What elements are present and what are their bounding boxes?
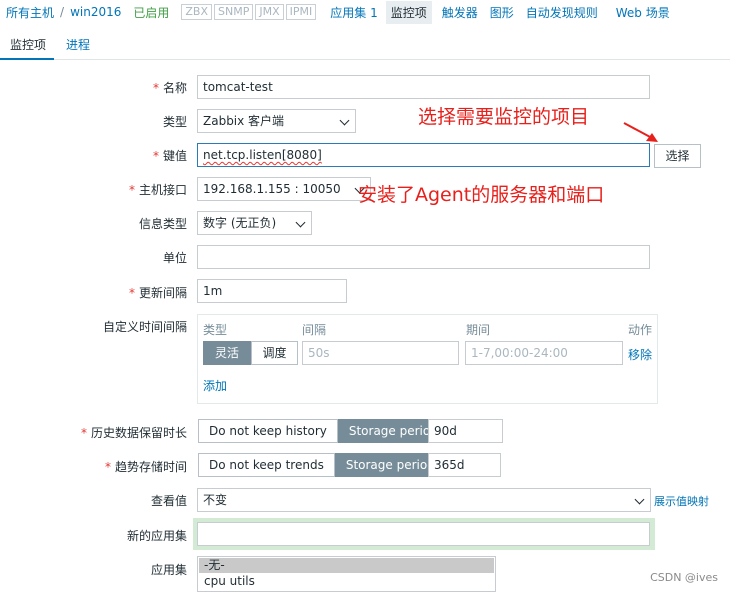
name-input[interactable]: tomcat-test (197, 75, 650, 99)
annotation-select-item: 选择需要监控的项目 (418, 106, 590, 128)
period-input[interactable]: 1-7,00:00-24:00 (465, 341, 623, 365)
form-tabs: 监控项 进程 (0, 30, 730, 60)
availability-badges: ZBX SNMP JMX IPMI (181, 4, 318, 20)
watermark: CSDN @ives (650, 571, 718, 584)
name-label: * 名称 (152, 81, 187, 95)
col-action-header: 动作 (628, 323, 653, 337)
show-value-select[interactable]: 不变 (197, 488, 651, 512)
key-label: * 键值 (152, 149, 187, 163)
info-type-label: 信息类型 (138, 217, 187, 231)
interface-select[interactable]: 192.168.1.155 : 10050 (197, 177, 371, 201)
breadcrumb-separator: / (60, 5, 65, 19)
app-option-cpu-utils[interactable]: cpu utils (199, 574, 494, 589)
update-interval-input[interactable]: 1m (197, 279, 347, 303)
breadcrumb-all-hosts[interactable]: 所有主机 (6, 4, 54, 21)
interval-input[interactable]: 50s (302, 341, 459, 365)
update-interval-label: * 更新间隔 (128, 286, 187, 300)
type-label: 类型 (162, 115, 187, 129)
tab-item[interactable]: 监控项 (0, 36, 55, 60)
key-input[interactable]: net.tcp.listen[8080] (197, 143, 650, 167)
jmx-badge: JMX (255, 4, 284, 20)
info-type-select[interactable]: 数字 (无正负) (197, 211, 312, 235)
app-option-none[interactable]: -无- (199, 558, 494, 573)
trends-do-not-keep[interactable]: Do not keep trends (198, 453, 335, 477)
annotation-agent-server: 安装了Agent的服务器和端口 (358, 184, 605, 206)
history-toggle: Do not keep history Storage period (198, 419, 449, 443)
breadcrumb-host[interactable]: win2016 (70, 5, 121, 19)
apps-listbox[interactable]: -无- cpu utils (197, 556, 496, 592)
annotation-arrow (623, 122, 658, 142)
col-period-header: 期间 (466, 323, 491, 337)
nav-graphs[interactable]: 图形 (490, 4, 514, 21)
host-status[interactable]: 已启用 (133, 4, 169, 21)
apps-label: 应用集 (150, 563, 187, 577)
col-type-header: 类型 (203, 323, 228, 337)
show-value-label: 查看值 (150, 494, 187, 508)
key-value: net.tcp.listen[8080] (203, 148, 322, 162)
trends-label: * 趋势存储时间 (104, 460, 187, 474)
nav-triggers[interactable]: 触发器 (442, 4, 478, 21)
add-interval-link[interactable]: 添加 (203, 377, 227, 394)
nav-items[interactable]: 监控项 (385, 0, 432, 24)
nav-discovery-rules[interactable]: 自动发现规则 (526, 4, 598, 21)
custom-intervals-label: 自定义时间间隔 (102, 320, 187, 334)
host-navigation: 所有主机 / win2016 已启用 ZBX SNMP JMX IPMI 应用集… (0, 0, 730, 24)
type-select[interactable]: Zabbix 客户端 (197, 109, 356, 133)
nav-applications[interactable]: 应用集 1 (330, 4, 377, 21)
remove-interval-link[interactable]: 移除 (628, 346, 652, 363)
trends-toggle: Do not keep trends Storage period (198, 453, 446, 477)
snmp-badge: SNMP (214, 4, 254, 20)
tab-preprocessing[interactable]: 进程 (66, 36, 90, 53)
units-input[interactable] (197, 245, 650, 269)
interface-label: * 主机接口 (128, 183, 187, 197)
zbx-badge: ZBX (181, 4, 212, 20)
show-value-mapping-link[interactable]: 展示值映射 (654, 493, 709, 509)
flexible-segment[interactable]: 灵活 (203, 341, 251, 365)
new-app-label: 新的应用集 (126, 529, 187, 543)
history-input[interactable]: 90d (428, 419, 503, 443)
custom-intervals-table: 类型 间隔 期间 动作 灵活 调度 50s 1-7,00:00-24:00 移除… (197, 314, 658, 404)
scheduling-segment[interactable]: 调度 (251, 341, 298, 365)
history-do-not-keep[interactable]: Do not keep history (198, 419, 338, 443)
key-select-button[interactable]: 选择 (654, 144, 701, 168)
new-app-input[interactable] (197, 522, 650, 546)
units-label: 单位 (162, 251, 187, 265)
trends-input[interactable]: 365d (428, 453, 501, 477)
col-interval-header: 间隔 (302, 323, 327, 337)
history-label: * 历史数据保留时长 (80, 426, 187, 440)
ipmi-badge: IPMI (285, 4, 317, 20)
nav-web-scenarios[interactable]: Web 场景 (616, 4, 670, 21)
